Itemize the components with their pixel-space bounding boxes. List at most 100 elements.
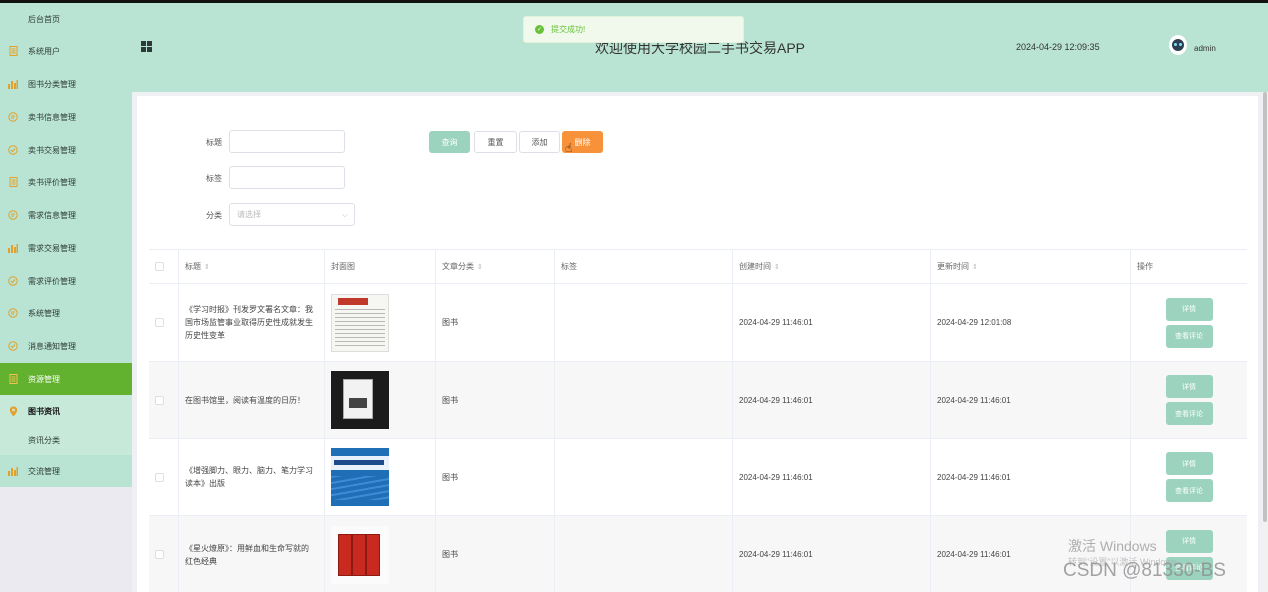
header-category[interactable]: 文章分类 ⇕ <box>436 250 555 283</box>
sidebar-item-sell-info[interactable]: 卖书信息管理 <box>0 101 132 133</box>
category-placeholder: 请选择 <box>237 210 261 219</box>
header-title[interactable]: 标题 ⇕ <box>179 250 325 283</box>
bar-chart-icon <box>8 243 18 253</box>
bar-chart-icon <box>8 466 18 476</box>
row-category: 图书 <box>436 439 555 515</box>
avatar[interactable] <box>1169 35 1187 55</box>
row-created: 2024-04-29 11:46:01 <box>733 516 931 592</box>
row-category: 图书 <box>436 516 555 592</box>
view-comments-button[interactable]: 查看评论 <box>1165 402 1213 425</box>
reset-button[interactable]: 重置 <box>474 131 517 153</box>
cover-image[interactable] <box>331 448 389 506</box>
row-created: 2024-04-29 11:46:01 <box>733 439 931 515</box>
cover-image[interactable] <box>331 371 389 429</box>
row-select-cell <box>149 362 179 438</box>
sidebar-item-system-users[interactable]: 系统用户 <box>0 35 132 67</box>
check-circle-icon <box>8 341 18 351</box>
sidebar-item-system[interactable]: 系统管理 <box>0 297 132 329</box>
sidebar-item-demand-trade[interactable]: 需求交易管理 <box>0 232 132 264</box>
detail-button[interactable]: 详情 <box>1165 452 1213 475</box>
sidebar-item-book-category[interactable]: 图书分类管理 <box>0 68 132 100</box>
menu-toggle-icon[interactable] <box>141 41 152 52</box>
title-filter-input[interactable] <box>229 130 345 153</box>
sidebar-item-resources[interactable]: 资源管理 <box>0 363 132 395</box>
header-created[interactable]: 创建时间 ⇕ <box>733 250 931 283</box>
view-comments-button[interactable]: 查看评论 <box>1165 324 1213 348</box>
toast-message: 提交成功! <box>551 25 586 34</box>
row-cover-cell <box>325 284 436 361</box>
page-scrollbar[interactable] <box>1262 92 1268 592</box>
row-checkbox[interactable] <box>155 550 164 559</box>
sidebar-item-label: 需求评价管理 <box>28 276 76 286</box>
row-select-cell <box>149 516 179 592</box>
select-all-checkbox[interactable] <box>155 262 164 271</box>
sidebar-item-label: 需求信息管理 <box>28 210 76 220</box>
bar-chart-icon <box>8 79 18 89</box>
sidebar-item-book-news[interactable]: 图书资讯 <box>0 395 132 427</box>
sidebar-item-label: 卖书交易管理 <box>28 145 76 155</box>
detail-button[interactable]: 详情 <box>1165 529 1213 553</box>
robot-avatar-icon <box>1172 39 1184 51</box>
header-tag: 标签 <box>555 250 733 283</box>
row-tag <box>555 439 733 515</box>
row-actions: 详情 查看评论 <box>1131 439 1247 515</box>
sidebar-item-communication[interactable]: 交流管理 <box>0 455 132 487</box>
row-updated: 2024-04-29 11:46:01 <box>931 362 1131 438</box>
detail-button[interactable]: 详情 <box>1165 375 1213 398</box>
check-circle-icon <box>8 145 18 155</box>
doc-icon <box>8 46 18 56</box>
sort-icon: ⇕ <box>477 263 483 271</box>
sidebar-item-sell-trade[interactable]: 卖书交易管理 <box>0 134 132 166</box>
hand-cursor-icon: ☝ <box>565 141 573 155</box>
search-button[interactable]: 查询 <box>429 131 470 153</box>
header-created-label: 创建时间 <box>739 262 771 271</box>
table-row: 《增强脚力、眼力、脑力、笔力学习读本》出版 图书 2024-04-29 11:4… <box>149 439 1247 516</box>
check-circle-icon <box>8 276 18 286</box>
message-icon <box>8 308 18 318</box>
row-select-cell <box>149 284 179 361</box>
header-cover: 封面图 <box>325 250 436 283</box>
row-cover-cell <box>325 516 436 592</box>
header-category-label: 文章分类 <box>442 262 474 271</box>
sidebar-item-label: 需求交易管理 <box>28 243 76 253</box>
news-table: 标题 ⇕ 封面图 文章分类 ⇕ 标签 创建时间 ⇕ 更新时间 ⇕ 操作 《学习时报》刊发… <box>149 249 1247 592</box>
cover-image[interactable] <box>331 293 389 352</box>
csdn-watermark: CSDN @81330-BS <box>1063 560 1226 581</box>
cover-image[interactable] <box>331 525 389 584</box>
message-icon <box>8 112 18 122</box>
table-row: 《学习时报》刊发罗文署名文章：我国市场监管事业取得历史性成就发生历史性变革 图书… <box>149 284 1247 362</box>
sidebar-item-home[interactable]: 后台首页 <box>0 3 132 35</box>
sidebar-item-demand-info[interactable]: 需求信息管理 <box>0 199 132 231</box>
sort-icon: ⇕ <box>204 263 210 271</box>
header-cover-label: 封面图 <box>331 262 355 271</box>
sidebar-item-label: 卖书信息管理 <box>28 112 76 122</box>
sidebar-item-demand-review[interactable]: 需求评价管理 <box>0 265 132 297</box>
sidebar-item-sell-review[interactable]: 卖书评价管理 <box>0 166 132 198</box>
sidebar-item-label: 交流管理 <box>28 466 60 476</box>
category-filter-label: 分类 <box>206 211 222 220</box>
row-title: 《增强脚力、眼力、脑力、笔力学习读本》出版 <box>179 439 325 515</box>
row-category: 图书 <box>436 362 555 438</box>
row-checkbox[interactable] <box>155 395 164 405</box>
view-comments-button[interactable]: 查看评论 <box>1165 479 1213 502</box>
username[interactable]: admin <box>1194 44 1216 53</box>
header-tag-label: 标签 <box>561 262 577 271</box>
add-button[interactable]: 添加 <box>519 131 560 153</box>
sidebar-item-notifications[interactable]: 消息通知管理 <box>0 330 132 362</box>
header-updated[interactable]: 更新时间 ⇕ <box>931 250 1131 283</box>
location-icon <box>8 406 18 416</box>
sidebar-item-news-category[interactable]: 资讯分类 <box>0 425 132 455</box>
category-filter-select[interactable]: 请选择 ⌵ <box>229 203 355 226</box>
sidebar-item-label: 系统管理 <box>28 308 60 318</box>
success-check-icon: ✓ <box>535 25 544 34</box>
row-checkbox[interactable] <box>155 318 164 327</box>
title-filter-label: 标题 <box>206 138 222 147</box>
sidebar-item-label: 资源管理 <box>28 374 60 384</box>
detail-button[interactable]: 详情 <box>1165 297 1213 321</box>
tag-filter-input[interactable] <box>229 166 345 189</box>
current-datetime: 2024-04-29 12:09:35 <box>1016 42 1100 52</box>
doc-icon <box>8 374 18 384</box>
row-tag <box>555 362 733 438</box>
row-checkbox[interactable] <box>155 472 164 482</box>
scrollbar-thumb[interactable] <box>1263 92 1267 522</box>
